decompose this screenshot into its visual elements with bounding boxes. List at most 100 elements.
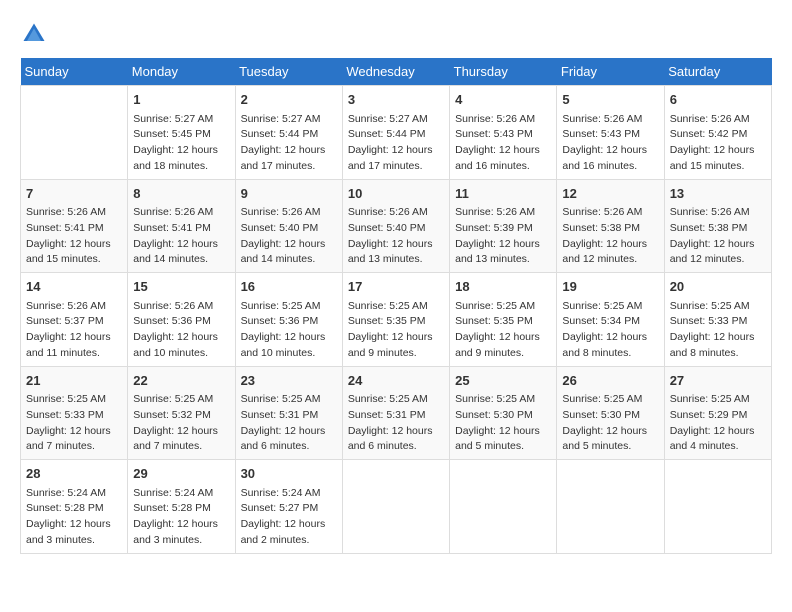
calendar-cell: 28Sunrise: 5:24 AM Sunset: 5:28 PM Dayli… bbox=[21, 460, 128, 554]
day-info: Sunrise: 5:26 AM Sunset: 5:38 PM Dayligh… bbox=[670, 205, 766, 268]
day-number: 27 bbox=[670, 371, 766, 391]
day-info: Sunrise: 5:26 AM Sunset: 5:40 PM Dayligh… bbox=[348, 205, 444, 268]
day-info: Sunrise: 5:26 AM Sunset: 5:37 PM Dayligh… bbox=[26, 299, 122, 362]
header-sunday: Sunday bbox=[21, 58, 128, 86]
day-number: 9 bbox=[241, 184, 337, 204]
calendar-cell bbox=[664, 460, 771, 554]
calendar-header-row: SundayMondayTuesdayWednesdayThursdayFrid… bbox=[21, 58, 772, 86]
calendar-week-3: 14Sunrise: 5:26 AM Sunset: 5:37 PM Dayli… bbox=[21, 273, 772, 367]
calendar-cell: 9Sunrise: 5:26 AM Sunset: 5:40 PM Daylig… bbox=[235, 179, 342, 273]
calendar-week-5: 28 Sunrise: 5:24 AM Sunset: 5:28 PM Dayli… bbox=[21, 460, 772, 554]
calendar-cell bbox=[450, 460, 557, 554]
day-number: 4 bbox=[455, 90, 551, 110]
header-thursday: Thursday bbox=[450, 58, 557, 86]
day-number: 28 bbox=[26, 464, 122, 484]
day-info: Sunrise: 5:26 AM Sunset: 5:41 PM Dayligh… bbox=[26, 205, 122, 268]
calendar-cell: 12Sunrise: 5:26 AM Sunset: 5:38 PM Dayli… bbox=[557, 179, 664, 273]
day-info: Sunrise: 5:25 AM Sunset: 5:31 PM Dayligh… bbox=[241, 392, 337, 455]
day-number: 20 bbox=[670, 277, 766, 297]
day-number: 29 bbox=[133, 464, 229, 484]
header-wednesday: Wednesday bbox=[342, 58, 449, 86]
day-info: Sunrise: 5:25 AM Sunset: 5:36 PM Dayligh… bbox=[241, 299, 337, 362]
day-number: 8 bbox=[133, 184, 229, 204]
day-info: Sunrise: 5:27 AM Sunset: 5:44 PM Dayligh… bbox=[241, 112, 337, 175]
calendar-cell: 27Sunrise: 5:25 AM Sunset: 5:29 PM Dayli… bbox=[664, 366, 771, 460]
calendar-cell: 3Sunrise: 5:27 AM Sunset: 5:44 PM Daylig… bbox=[342, 86, 449, 180]
calendar-cell: 15Sunrise: 5:26 AM Sunset: 5:36 PM Dayli… bbox=[128, 273, 235, 367]
day-info: Sunrise: 5:26 AM Sunset: 5:38 PM Dayligh… bbox=[562, 205, 658, 268]
day-number: 2 bbox=[241, 90, 337, 110]
header-saturday: Saturday bbox=[664, 58, 771, 86]
page-header bbox=[20, 20, 772, 48]
calendar-cell bbox=[21, 86, 128, 180]
day-number: 22 bbox=[133, 371, 229, 391]
day-number: 21 bbox=[26, 371, 122, 391]
day-number: 26 bbox=[562, 371, 658, 391]
calendar-cell: 26Sunrise: 5:25 AM Sunset: 5:30 PM Dayli… bbox=[557, 366, 664, 460]
day-info: Sunrise: 5:27 AM Sunset: 5:45 PM Dayligh… bbox=[133, 112, 229, 175]
day-number: 19 bbox=[562, 277, 658, 297]
day-info: Sunrise: 5:25 AM Sunset: 5:30 PM Dayligh… bbox=[562, 392, 658, 455]
calendar-cell: 7Sunrise: 5:26 AM Sunset: 5:41 PM Daylig… bbox=[21, 179, 128, 273]
calendar-cell: 22Sunrise: 5:25 AM Sunset: 5:32 PM Dayli… bbox=[128, 366, 235, 460]
calendar-cell: 8Sunrise: 5:26 AM Sunset: 5:41 PM Daylig… bbox=[128, 179, 235, 273]
day-info: Sunrise: 5:26 AM Sunset: 5:42 PM Dayligh… bbox=[670, 112, 766, 175]
calendar-cell: 29Sunrise: 5:24 AM Sunset: 5:28 PM Dayli… bbox=[128, 460, 235, 554]
calendar-week-1: 1Sunrise: 5:27 AM Sunset: 5:45 PM Daylig… bbox=[21, 86, 772, 180]
day-info: Sunrise: 5:26 AM Sunset: 5:40 PM Dayligh… bbox=[241, 205, 337, 268]
day-info: Sunrise: 5:25 AM Sunset: 5:35 PM Dayligh… bbox=[455, 299, 551, 362]
day-number: 23 bbox=[241, 371, 337, 391]
day-info: Sunrise: 5:26 AM Sunset: 5:43 PM Dayligh… bbox=[455, 112, 551, 175]
calendar-cell: 4Sunrise: 5:26 AM Sunset: 5:43 PM Daylig… bbox=[450, 86, 557, 180]
calendar-cell: 20Sunrise: 5:25 AM Sunset: 5:33 PM Dayli… bbox=[664, 273, 771, 367]
logo bbox=[20, 20, 52, 48]
day-info: Sunrise: 5:25 AM Sunset: 5:35 PM Dayligh… bbox=[348, 299, 444, 362]
header-tuesday: Tuesday bbox=[235, 58, 342, 86]
calendar-cell: 19Sunrise: 5:25 AM Sunset: 5:34 PM Dayli… bbox=[557, 273, 664, 367]
calendar-cell: 10Sunrise: 5:26 AM Sunset: 5:40 PM Dayli… bbox=[342, 179, 449, 273]
day-number: 25 bbox=[455, 371, 551, 391]
calendar-week-2: 7Sunrise: 5:26 AM Sunset: 5:41 PM Daylig… bbox=[21, 179, 772, 273]
calendar-cell: 16Sunrise: 5:25 AM Sunset: 5:36 PM Dayli… bbox=[235, 273, 342, 367]
day-number: 5 bbox=[562, 90, 658, 110]
day-number: 17 bbox=[348, 277, 444, 297]
calendar-cell: 23Sunrise: 5:25 AM Sunset: 5:31 PM Dayli… bbox=[235, 366, 342, 460]
calendar-cell: 25Sunrise: 5:25 AM Sunset: 5:30 PM Dayli… bbox=[450, 366, 557, 460]
day-info: Sunrise: 5:27 AM Sunset: 5:44 PM Dayligh… bbox=[348, 112, 444, 175]
day-info: Sunrise: 5:25 AM Sunset: 5:32 PM Dayligh… bbox=[133, 392, 229, 455]
calendar-cell: 6Sunrise: 5:26 AM Sunset: 5:42 PM Daylig… bbox=[664, 86, 771, 180]
calendar-cell: 30Sunrise: 5:24 AM Sunset: 5:27 PM Dayli… bbox=[235, 460, 342, 554]
day-number: 11 bbox=[455, 184, 551, 204]
day-info: Sunrise: 5:25 AM Sunset: 5:33 PM Dayligh… bbox=[26, 392, 122, 455]
day-info: Sunrise: 5:24 AM Sunset: 5:27 PM Dayligh… bbox=[241, 486, 337, 549]
logo-icon bbox=[20, 20, 48, 48]
day-number: 13 bbox=[670, 184, 766, 204]
day-number: 3 bbox=[348, 90, 444, 110]
calendar-cell bbox=[557, 460, 664, 554]
day-info: Sunrise: 5:24 AM Sunset: 5:28 PM Dayligh… bbox=[133, 486, 229, 549]
calendar-cell: 1Sunrise: 5:27 AM Sunset: 5:45 PM Daylig… bbox=[128, 86, 235, 180]
day-info: Sunrise: 5:25 AM Sunset: 5:30 PM Dayligh… bbox=[455, 392, 551, 455]
day-number: 7 bbox=[26, 184, 122, 204]
calendar-cell: 18Sunrise: 5:25 AM Sunset: 5:35 PM Dayli… bbox=[450, 273, 557, 367]
day-number: 16 bbox=[241, 277, 337, 297]
day-number: 12 bbox=[562, 184, 658, 204]
day-info: Sunrise: 5:25 AM Sunset: 5:34 PM Dayligh… bbox=[562, 299, 658, 362]
calendar-week-4: 21Sunrise: 5:25 AM Sunset: 5:33 PM Dayli… bbox=[21, 366, 772, 460]
day-info: Sunrise: 5:25 AM Sunset: 5:33 PM Dayligh… bbox=[670, 299, 766, 362]
header-monday: Monday bbox=[128, 58, 235, 86]
calendar-cell: 21Sunrise: 5:25 AM Sunset: 5:33 PM Dayli… bbox=[21, 366, 128, 460]
day-info: Sunrise: 5:26 AM Sunset: 5:41 PM Dayligh… bbox=[133, 205, 229, 268]
day-info: Sunrise: 5:26 AM Sunset: 5:43 PM Dayligh… bbox=[562, 112, 658, 175]
day-number: 24 bbox=[348, 371, 444, 391]
calendar-table: SundayMondayTuesdayWednesdayThursdayFrid… bbox=[20, 58, 772, 554]
day-number: 30 bbox=[241, 464, 337, 484]
calendar-cell: 13Sunrise: 5:26 AM Sunset: 5:38 PM Dayli… bbox=[664, 179, 771, 273]
calendar-cell: 17Sunrise: 5:25 AM Sunset: 5:35 PM Dayli… bbox=[342, 273, 449, 367]
calendar-cell: 11Sunrise: 5:26 AM Sunset: 5:39 PM Dayli… bbox=[450, 179, 557, 273]
calendar-cell bbox=[342, 460, 449, 554]
day-info: Sunrise: 5:26 AM Sunset: 5:36 PM Dayligh… bbox=[133, 299, 229, 362]
day-number: 1 bbox=[133, 90, 229, 110]
day-number: 18 bbox=[455, 277, 551, 297]
calendar-cell: 14Sunrise: 5:26 AM Sunset: 5:37 PM Dayli… bbox=[21, 273, 128, 367]
